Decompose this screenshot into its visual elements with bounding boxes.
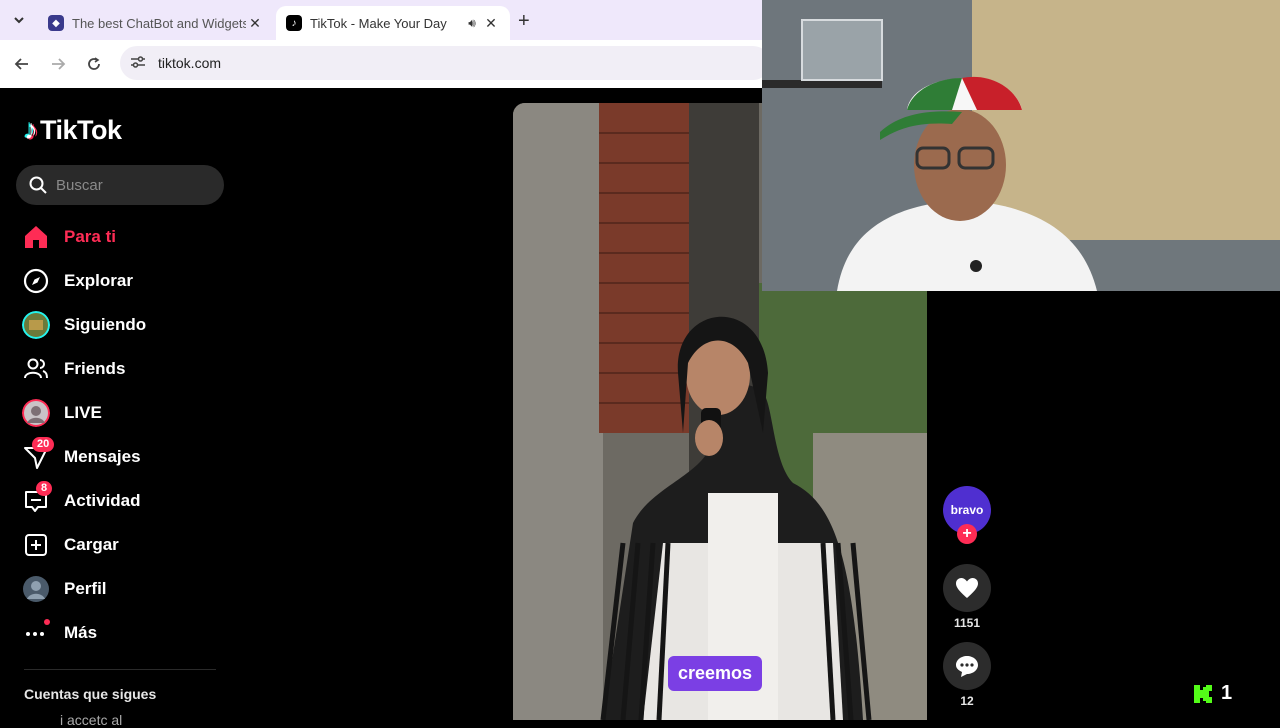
browser-toolbar: tiktok.com xyxy=(0,40,770,88)
webcam-overlay xyxy=(762,0,1280,291)
notification-dot xyxy=(44,619,50,625)
tab-title: The best ChatBot and Widgets xyxy=(72,15,246,31)
following-account-item[interactable]: i accetc al xyxy=(60,712,122,728)
upload-icon xyxy=(22,531,50,559)
like-button[interactable] xyxy=(943,564,991,612)
tiktok-favicon-icon: ♪ xyxy=(286,15,302,31)
nav-siguiendo[interactable]: Siguiendo xyxy=(0,303,240,347)
nav-explorar[interactable]: Explorar xyxy=(0,259,240,303)
video-caption: creemos xyxy=(668,656,763,691)
close-icon[interactable]: ✕ xyxy=(482,15,500,32)
reload-button[interactable] xyxy=(82,52,106,76)
nav-label: Perfil xyxy=(64,579,107,598)
following-accounts-heading: Cuentas que sigues xyxy=(24,686,157,702)
home-icon xyxy=(22,223,50,251)
back-button[interactable] xyxy=(10,52,34,76)
profile-avatar xyxy=(22,575,50,603)
nav-mensajes[interactable]: 20 Mensajes xyxy=(0,435,240,479)
nav-label: LIVE xyxy=(64,403,102,422)
main-nav: Para ti Explorar Siguiendo Friends LIVE xyxy=(0,215,240,655)
arrow-left-icon xyxy=(14,58,28,70)
search-icon xyxy=(29,176,47,194)
messages-icon: 20 xyxy=(22,437,55,471)
forward-button[interactable] xyxy=(46,52,70,76)
reload-icon xyxy=(88,57,100,70)
activity-badge: 8 xyxy=(36,481,53,496)
more-icon xyxy=(22,619,50,647)
video-actions: bravo + 1151 12 xyxy=(943,486,991,710)
url-text: tiktok.com xyxy=(158,55,222,71)
arrow-right-icon xyxy=(52,58,66,70)
comment-count: 12 xyxy=(960,694,974,708)
nav-live[interactable]: LIVE xyxy=(0,391,240,435)
follow-button[interactable]: + xyxy=(957,524,977,544)
chatbot-favicon-icon: ◆ xyxy=(48,15,64,31)
creator-avatar[interactable]: bravo + xyxy=(943,486,991,544)
activity-icon: 8 xyxy=(22,481,53,515)
logo-text: TikTok xyxy=(40,114,122,145)
search-box[interactable] xyxy=(16,165,224,205)
nav-label: Explorar xyxy=(64,271,133,290)
chevron-down-icon xyxy=(14,17,24,24)
close-icon[interactable]: ✕ xyxy=(246,15,264,32)
site-settings-icon[interactable] xyxy=(130,55,148,72)
creator-name: bravo xyxy=(950,503,984,517)
nav-actividad[interactable]: 8 Actividad xyxy=(0,479,240,523)
messages-badge: 20 xyxy=(32,437,55,452)
nav-label: Siguiendo xyxy=(64,315,147,334)
new-tab-button[interactable]: + xyxy=(518,10,530,33)
nav-para-ti[interactable]: Para ti xyxy=(0,215,240,259)
nav-label: Actividad xyxy=(64,491,141,510)
kick-count: 1 xyxy=(1221,682,1233,704)
kick-viewer-counter: 1 xyxy=(1193,682,1232,705)
tab-tiktok[interactable]: ♪ TikTok - Make Your Day 🔊︎ ✕ xyxy=(276,6,510,40)
browser-chrome: ◆ The best ChatBot and Widgets ✕ ♪ TikTo… xyxy=(0,0,770,88)
tab-chatbot[interactable]: ◆ The best ChatBot and Widgets ✕ xyxy=(38,6,274,40)
nav-label: Para ti xyxy=(64,227,116,246)
address-bar[interactable]: tiktok.com xyxy=(120,46,770,80)
like-count: 1151 xyxy=(953,616,981,630)
tiktok-note-icon: ♪ xyxy=(24,114,38,145)
webcam-image xyxy=(762,0,1280,291)
nav-label: Friends xyxy=(64,359,126,378)
nav-label: Más xyxy=(64,623,98,642)
nav-mas[interactable]: Más xyxy=(0,611,240,655)
tiktok-logo[interactable]: ♪ TikTok xyxy=(24,114,122,146)
live-avatar xyxy=(22,399,50,427)
heart-icon xyxy=(956,578,978,598)
nav-cargar[interactable]: Cargar xyxy=(0,523,240,567)
nav-label: Mensajes xyxy=(64,447,141,466)
nav-friends[interactable]: Friends xyxy=(0,347,240,391)
following-avatar xyxy=(22,311,50,339)
sidebar-divider xyxy=(24,669,216,670)
nav-label: Cargar xyxy=(64,535,119,554)
tiktok-sidebar: ♪ TikTok Para ti Explorar Siguiendo xyxy=(0,88,240,728)
tab-search-button[interactable] xyxy=(6,8,32,32)
kick-logo-icon xyxy=(1194,684,1212,703)
comment-button[interactable] xyxy=(943,642,991,690)
search-input[interactable] xyxy=(56,176,206,194)
friends-icon xyxy=(22,355,50,383)
tab-title: TikTok - Make Your Day xyxy=(310,15,447,31)
nav-perfil[interactable]: Perfil xyxy=(0,567,240,611)
speaker-icon[interactable]: 🔊︎ xyxy=(462,16,482,31)
compass-icon xyxy=(22,267,50,295)
comment-icon xyxy=(956,656,978,677)
tab-strip: ◆ The best ChatBot and Widgets ✕ ♪ TikTo… xyxy=(0,0,762,40)
